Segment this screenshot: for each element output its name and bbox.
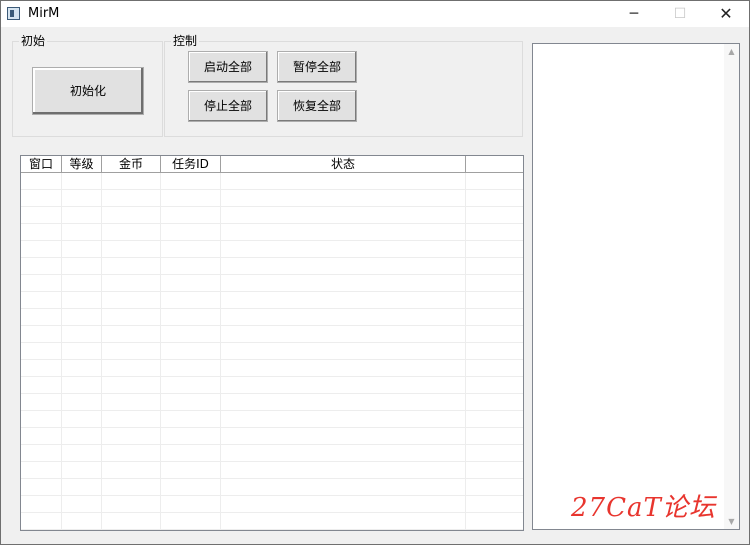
table-row[interactable]: [21, 224, 523, 241]
column-level[interactable]: 等级: [62, 156, 102, 172]
maximize-button[interactable]: ☐: [657, 1, 703, 27]
init-group-label: 初始: [19, 34, 48, 48]
title-bar[interactable]: MirM ─ ☐ ✕: [1, 1, 749, 27]
table-row[interactable]: [21, 445, 523, 462]
app-icon: [7, 7, 20, 20]
table-row[interactable]: [21, 275, 523, 292]
table-row[interactable]: [21, 190, 523, 207]
log-scrollbar[interactable]: ▲ ▼: [724, 44, 739, 529]
pause-all-button[interactable]: 暂停全部: [277, 51, 357, 83]
table-row[interactable]: [21, 428, 523, 445]
table-row[interactable]: [21, 241, 523, 258]
column-gold[interactable]: 金币: [102, 156, 161, 172]
table-row[interactable]: [21, 411, 523, 428]
table-row[interactable]: [21, 479, 523, 496]
scroll-down-arrow-icon[interactable]: ▼: [724, 514, 739, 529]
column-filler: [466, 156, 523, 172]
column-task-id[interactable]: 任务ID: [161, 156, 221, 172]
column-status[interactable]: 状态: [221, 156, 466, 172]
table-row[interactable]: [21, 309, 523, 326]
resume-all-button[interactable]: 恢复全部: [277, 90, 357, 122]
window-title: MirM: [28, 6, 60, 21]
table-row[interactable]: [21, 513, 523, 530]
table-row[interactable]: [21, 258, 523, 275]
table-row[interactable]: [21, 292, 523, 309]
table-row[interactable]: [21, 496, 523, 513]
table-row[interactable]: [21, 394, 523, 411]
scroll-up-arrow-icon[interactable]: ▲: [724, 44, 739, 59]
table-row[interactable]: [21, 343, 523, 360]
table-row[interactable]: [21, 326, 523, 343]
init-button[interactable]: 初始化: [32, 67, 144, 115]
log-textbox[interactable]: ▲ ▼: [532, 43, 740, 530]
table-row[interactable]: [21, 377, 523, 394]
stop-all-button[interactable]: 停止全部: [188, 90, 268, 122]
table-header: 窗口 等级 金币 任务ID 状态: [21, 156, 523, 173]
column-window[interactable]: 窗口: [21, 156, 62, 172]
start-all-button[interactable]: 启动全部: [188, 51, 268, 83]
watermark: 27CaT论坛: [571, 493, 716, 523]
control-group-label: 控制: [171, 34, 200, 48]
task-table[interactable]: 窗口 等级 金币 任务ID 状态: [20, 155, 524, 531]
table-row[interactable]: [21, 360, 523, 377]
table-row[interactable]: [21, 173, 523, 190]
minimize-button[interactable]: ─: [611, 1, 657, 27]
table-row[interactable]: [21, 207, 523, 224]
table-row[interactable]: [21, 462, 523, 479]
close-button[interactable]: ✕: [703, 1, 749, 27]
app-window: MirM ─ ☐ ✕ 初始 初始化 控制 启动全部 暂停全部 停止全部 恢复全部…: [0, 0, 750, 545]
table-body[interactable]: [21, 173, 523, 530]
